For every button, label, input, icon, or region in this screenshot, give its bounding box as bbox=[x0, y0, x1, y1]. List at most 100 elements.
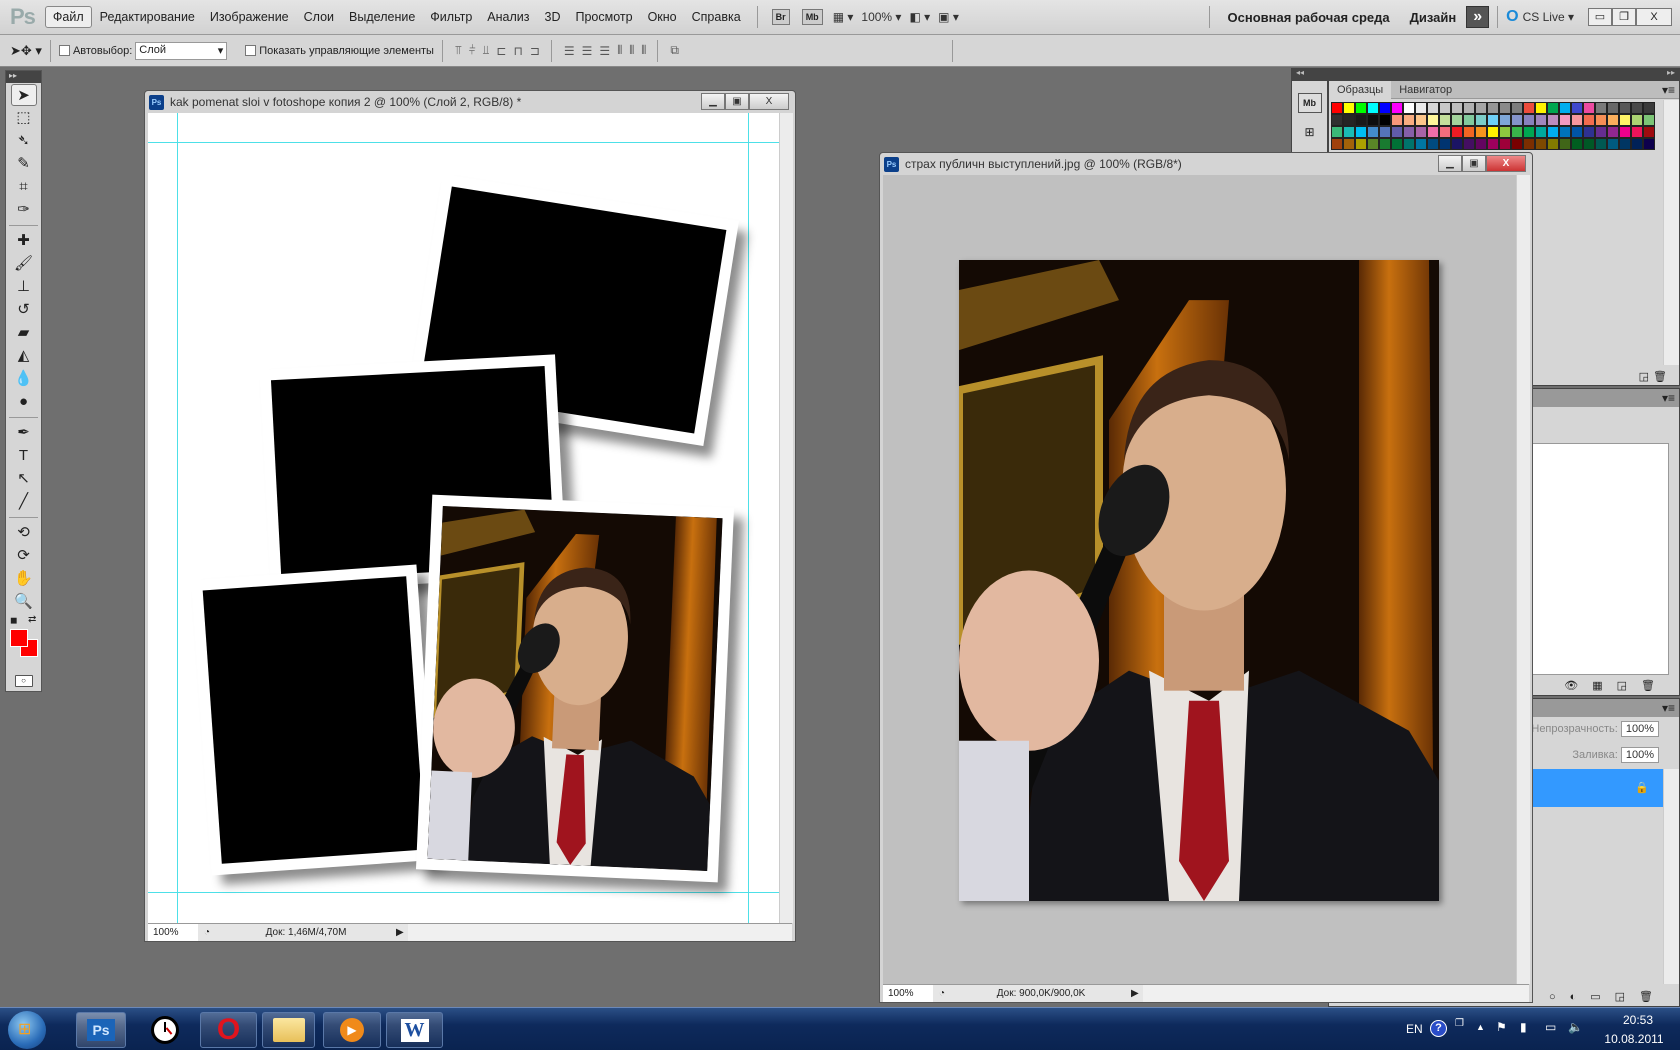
color-swatch[interactable] bbox=[1499, 114, 1511, 126]
color-swatch[interactable] bbox=[1559, 126, 1571, 138]
color-swatch[interactable] bbox=[1463, 138, 1475, 150]
status-icon[interactable]: ◔ bbox=[204, 927, 210, 938]
menu-select[interactable]: Выделение bbox=[342, 7, 422, 27]
doc-close-button[interactable]: X bbox=[749, 93, 789, 110]
collapse-left-icon[interactable]: ◂◂ bbox=[1296, 68, 1304, 77]
trash-icon[interactable]: 🗑 bbox=[1653, 370, 1667, 383]
vertical-scrollbar[interactable] bbox=[1516, 175, 1530, 984]
color-swatch[interactable] bbox=[1475, 102, 1487, 114]
paint-bucket-icon[interactable]: ◭ bbox=[11, 345, 37, 367]
color-swatch[interactable] bbox=[1367, 138, 1379, 150]
color-swatch[interactable] bbox=[1523, 114, 1535, 126]
color-swatch[interactable] bbox=[1523, 126, 1535, 138]
color-swatch[interactable] bbox=[1607, 102, 1619, 114]
color-swatch[interactable] bbox=[1427, 114, 1439, 126]
canvas-collage[interactable] bbox=[148, 113, 780, 923]
mini-bridge-icon[interactable]: Mb bbox=[1297, 93, 1322, 113]
color-swatch[interactable] bbox=[1547, 138, 1559, 150]
align-hcenter-icon[interactable]: ⊓ bbox=[513, 44, 522, 58]
panel-footer-icons[interactable]: 👁▦◲🗑 bbox=[1564, 679, 1669, 692]
menu-window[interactable]: Окно bbox=[641, 7, 684, 27]
move-tool-icon[interactable]: ➤ bbox=[10, 84, 37, 106]
line-tool-icon[interactable]: ╱ bbox=[11, 491, 37, 513]
align-top-icon[interactable]: ⫪ bbox=[455, 43, 462, 58]
color-swatch[interactable] bbox=[1487, 126, 1499, 138]
color-swatch[interactable] bbox=[1415, 126, 1427, 138]
tab-swatches[interactable]: Образцы bbox=[1329, 81, 1392, 99]
color-swatch[interactable] bbox=[1415, 114, 1427, 126]
auto-align-layers-icon[interactable]: ⧉ bbox=[670, 43, 679, 58]
color-swatch[interactable] bbox=[1583, 114, 1595, 126]
more-workspaces-button[interactable]: » bbox=[1466, 6, 1490, 28]
document-tab[interactable]: Ps kak pomenat sloi v fotoshope копия 2 … bbox=[145, 91, 795, 113]
color-swatch[interactable] bbox=[1547, 114, 1559, 126]
menu-filter[interactable]: Фильтр bbox=[423, 7, 479, 27]
crop-tool-icon[interactable]: ⌗ bbox=[11, 176, 37, 198]
color-swatch[interactable] bbox=[1607, 138, 1619, 150]
zoom-tool-icon[interactable]: 🔍 bbox=[11, 591, 37, 613]
color-swatch[interactable] bbox=[1607, 126, 1619, 138]
menu-edit[interactable]: Редактирование bbox=[93, 7, 202, 27]
canvas-photo[interactable] bbox=[883, 175, 1517, 984]
color-swatch[interactable] bbox=[1619, 114, 1631, 126]
menu-help[interactable]: Справка bbox=[685, 7, 748, 27]
color-swatch[interactable] bbox=[1523, 102, 1535, 114]
opacity-input[interactable]: 100% bbox=[1620, 721, 1659, 737]
lasso-tool-icon[interactable]: ➴ bbox=[11, 130, 37, 152]
auto-select-checkbox[interactable] bbox=[58, 45, 70, 56]
view-extras-icon[interactable]: ▦ ▾ bbox=[833, 10, 854, 24]
status-icon[interactable]: ◔ bbox=[939, 988, 945, 999]
color-swatch[interactable] bbox=[1619, 138, 1631, 150]
color-swatch[interactable] bbox=[1355, 138, 1367, 150]
app-restore-button[interactable]: ❐ bbox=[1612, 8, 1636, 26]
taskbar-photoshop[interactable]: Ps bbox=[76, 1012, 126, 1048]
color-swatch[interactable] bbox=[1511, 138, 1523, 150]
taskbar-clock[interactable] bbox=[133, 1012, 197, 1048]
show-hidden-icons[interactable]: ▲ bbox=[1476, 1022, 1485, 1032]
color-swatch[interactable] bbox=[1403, 102, 1415, 114]
color-swatch[interactable] bbox=[1367, 126, 1379, 138]
clock-date[interactable]: 10.08.2011 bbox=[1596, 1032, 1672, 1046]
auto-select-dropdown[interactable]: Слой bbox=[135, 41, 228, 60]
align-bottom-icon[interactable]: ⫫ bbox=[483, 43, 490, 58]
zoom-field[interactable]: 100% bbox=[883, 985, 933, 1002]
menu-view[interactable]: Просмотр bbox=[568, 7, 639, 27]
color-swatch[interactable] bbox=[1511, 102, 1523, 114]
color-swatch[interactable] bbox=[1535, 138, 1547, 150]
color-swatch[interactable] bbox=[1391, 114, 1403, 126]
network-icon[interactable]: ▭ bbox=[1545, 1020, 1556, 1034]
color-swatch[interactable] bbox=[1403, 126, 1415, 138]
hand-tool-icon[interactable]: ✋ bbox=[11, 568, 37, 590]
horizontal-scrollbar[interactable] bbox=[407, 924, 792, 941]
color-swatch[interactable] bbox=[1511, 114, 1523, 126]
screen-mode-icon[interactable]: ▣ ▾ bbox=[938, 10, 959, 24]
action-center-icon[interactable]: ⚑ bbox=[1496, 1020, 1507, 1034]
color-swatch[interactable] bbox=[1595, 126, 1607, 138]
layers-scrollbar[interactable] bbox=[1663, 769, 1679, 984]
color-swatch[interactable] bbox=[1571, 102, 1583, 114]
color-swatch[interactable] bbox=[1379, 114, 1391, 126]
zoom-level-dropdown[interactable]: 100% ▾ bbox=[861, 10, 901, 24]
status-menu-arrow[interactable]: ▶ bbox=[1131, 988, 1139, 999]
color-swatch[interactable] bbox=[1643, 126, 1655, 138]
layers-footer-icons[interactable]: ○◐▭◲🗑 bbox=[1549, 990, 1667, 1003]
vertical-scrollbar[interactable] bbox=[779, 113, 793, 923]
type-tool-icon[interactable]: T bbox=[11, 445, 37, 467]
distribute-left-icon[interactable]: ⫴ bbox=[617, 43, 622, 58]
color-swatch[interactable] bbox=[1451, 114, 1463, 126]
color-swatch[interactable] bbox=[1463, 126, 1475, 138]
dodge-tool-icon[interactable]: ● bbox=[11, 391, 37, 413]
color-swatch[interactable] bbox=[1547, 102, 1559, 114]
color-swatch[interactable] bbox=[1415, 138, 1427, 150]
taskbar-explorer[interactable] bbox=[262, 1012, 315, 1048]
arrange-documents-icon[interactable]: ◧ ▾ bbox=[909, 10, 930, 24]
blur-tool-icon[interactable]: 💧 bbox=[11, 368, 37, 390]
color-swatch[interactable] bbox=[1559, 138, 1571, 150]
color-swatch[interactable] bbox=[1583, 126, 1595, 138]
photo-frame-with-image[interactable] bbox=[415, 494, 735, 883]
color-swatch[interactable] bbox=[1343, 126, 1355, 138]
panel-menu-icon[interactable]: ▾≡ bbox=[1662, 701, 1675, 715]
eyedropper-tool-icon[interactable]: ✑ bbox=[11, 199, 37, 221]
color-swatch[interactable] bbox=[1343, 114, 1355, 126]
color-swatch[interactable] bbox=[1547, 126, 1559, 138]
